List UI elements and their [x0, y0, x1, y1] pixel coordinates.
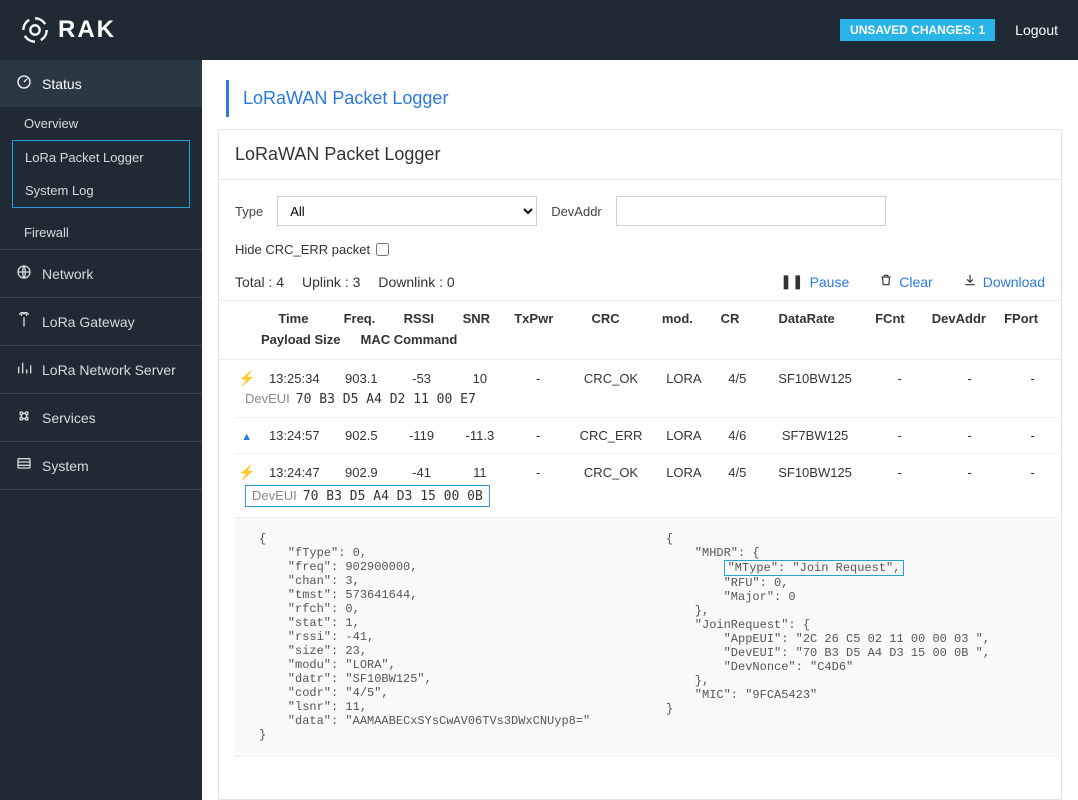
page-title: LoRaWAN Packet Logger — [219, 130, 1061, 180]
col-txpwr: TxPwr — [505, 309, 562, 330]
col-fport: FPort — [997, 309, 1045, 330]
type-label: Type — [235, 204, 263, 219]
pause-icon: ❚❚ — [780, 273, 803, 290]
sidebar-item-services[interactable]: Services — [0, 394, 202, 441]
download-button[interactable]: Download — [963, 273, 1045, 290]
total-count: Total : 4 — [235, 274, 284, 290]
sidebar-item-firewall[interactable]: Firewall — [0, 216, 202, 249]
hide-crc-checkbox[interactable] — [376, 243, 389, 256]
trash-icon — [879, 273, 893, 290]
col-datarate: DataRate — [754, 309, 859, 330]
detail-left: { "fType": 0, "freq": 902900000, "chan":… — [259, 532, 626, 742]
col-fcnt: FCnt — [859, 309, 920, 330]
network-icon — [16, 264, 32, 283]
sidebar-item-system[interactable]: System — [0, 442, 202, 489]
deveui-label: DevEUI — [252, 488, 297, 503]
sidebar-label: System — [42, 458, 89, 474]
col-snr: SNR — [448, 309, 505, 330]
clear-button[interactable]: Clear — [879, 273, 932, 290]
logo-icon — [20, 15, 50, 45]
uplink-icon: ⚡ — [238, 464, 255, 480]
sidebar-label: Status — [42, 76, 82, 92]
header-bar: RAK UNSAVED CHANGES: 1 Logout — [0, 0, 1078, 60]
uplink-count: Uplink : 3 — [302, 274, 360, 290]
sidebar-item-network[interactable]: Network — [0, 250, 202, 297]
packet-list[interactable]: ⚡13:25:34903.1-5310-CRC_OKLORA4/5SF10BW1… — [219, 360, 1061, 799]
col-cr: CR — [706, 309, 754, 330]
sidebar-label: Network — [42, 266, 93, 282]
sidebar-label: Services — [42, 410, 96, 426]
download-label: Download — [983, 274, 1045, 290]
table-row[interactable]: ▲13:24:57902.5-119-11.3-CRC_ERRLORA4/6SF… — [235, 418, 1057, 454]
expand-icon: ▲ — [241, 431, 252, 443]
unsaved-changes-badge[interactable]: UNSAVED CHANGES: 1 — [840, 19, 995, 41]
table-row[interactable]: ⚡13:24:47902.9-4111-CRC_OKLORA4/5SF10BW1… — [235, 454, 1057, 518]
logo: RAK — [20, 15, 116, 45]
summary-row: Total : 4 Uplink : 3 Downlink : 0 ❚❚ Pau… — [219, 267, 1061, 300]
packet-detail: { "fType": 0, "freq": 902900000, "chan":… — [235, 518, 1057, 757]
pause-label: Pause — [810, 274, 850, 290]
sidebar-item-overview[interactable]: Overview — [0, 107, 202, 140]
type-select[interactable]: All — [277, 196, 537, 226]
col-freq: Freq. — [329, 309, 390, 330]
breadcrumb: LoRaWAN Packet Logger — [226, 80, 1054, 117]
col-payload-size: Payload Size — [261, 330, 340, 351]
detail-right: { "MHDR": { "MType": "Join Request", "RF… — [666, 532, 1033, 742]
sidebar-label: LoRa Network Server — [42, 362, 176, 378]
hide-crc-label: Hide CRC_ERR packet — [235, 242, 370, 257]
main-content: LoRaWAN Packet Logger LoRaWAN Packet Log… — [202, 60, 1078, 800]
brand-text: RAK — [58, 16, 116, 44]
deveui-value: 70 B3 D5 A4 D3 15 00 0B — [303, 489, 483, 504]
col-devaddr: DevAddr — [921, 309, 998, 330]
logout-link[interactable]: Logout — [1015, 22, 1058, 38]
sidebar-item-status[interactable]: Status — [0, 60, 202, 107]
col-crc: CRC — [562, 309, 648, 330]
filter-row: Type All DevAddr — [219, 180, 1061, 242]
sidebar: Status Overview LoRa Packet Logger Syste… — [0, 60, 202, 800]
sidebar-item-system-log[interactable]: System Log — [13, 174, 189, 207]
services-icon — [16, 408, 32, 427]
col-rssi: RSSI — [390, 309, 447, 330]
dashboard-icon — [16, 74, 32, 93]
sidebar-label: LoRa Gateway — [42, 314, 135, 330]
sidebar-item-lora-network-server[interactable]: LoRa Network Server — [0, 346, 202, 393]
mtype-highlight: "MType": "Join Request", — [724, 560, 905, 576]
bars-icon — [16, 360, 32, 379]
header-right: UNSAVED CHANGES: 1 Logout — [840, 19, 1058, 41]
deveui-label: DevEUI — [245, 391, 290, 406]
system-icon — [16, 456, 32, 475]
devaddr-input[interactable] — [616, 196, 886, 226]
uplink-icon: ⚡ — [238, 370, 255, 386]
sidebar-active-group: LoRa Packet Logger System Log — [12, 140, 190, 208]
devaddr-label: DevAddr — [551, 204, 602, 219]
pause-button[interactable]: ❚❚ Pause — [780, 273, 849, 290]
deveui-box: DevEUI 70 B3 D5 A4 D3 15 00 0B — [245, 485, 490, 507]
col-mac-command: MAC Command — [360, 330, 457, 351]
panel: LoRaWAN Packet Logger Type All DevAddr H… — [218, 129, 1062, 800]
table-row[interactable]: ⚡13:25:34903.1-5310-CRC_OKLORA4/5SF10BW1… — [235, 360, 1057, 418]
col-mod: mod. — [649, 309, 706, 330]
downlink-count: Downlink : 0 — [378, 274, 454, 290]
antenna-icon — [16, 312, 32, 331]
clear-label: Clear — [899, 274, 932, 290]
deveui-value: 70 B3 D5 A4 D2 11 00 E7 — [296, 392, 476, 407]
sidebar-item-packet-logger[interactable]: LoRa Packet Logger — [13, 141, 189, 174]
table-header: Time Freq. RSSI SNR TxPwr CRC mod. CR Da… — [219, 300, 1061, 360]
col-time: Time — [258, 309, 329, 330]
sidebar-item-lora-gateway[interactable]: LoRa Gateway — [0, 298, 202, 345]
hide-crc-row: Hide CRC_ERR packet — [219, 242, 1061, 267]
download-icon — [963, 273, 977, 290]
